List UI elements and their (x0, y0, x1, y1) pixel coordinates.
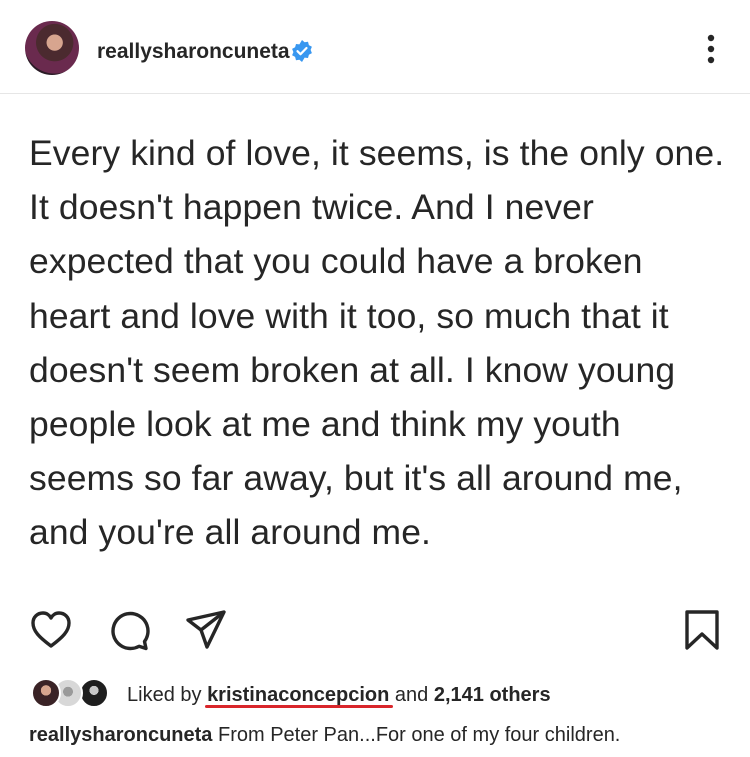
caption-row: reallysharoncuneta From Peter Pan...For … (29, 724, 620, 747)
comment-icon[interactable] (106, 608, 150, 652)
post-username[interactable]: reallysharoncuneta (97, 40, 290, 64)
caption-username[interactable]: reallysharoncuneta (29, 724, 212, 746)
send-icon[interactable] (184, 608, 228, 652)
likes-row: Liked by kristinaconcepcion and 2,141 ot… (0, 672, 750, 716)
likes-count-link[interactable]: 2,141 others (434, 684, 551, 706)
likes-text: Liked by kristinaconcepcion and 2,141 ot… (127, 684, 551, 707)
liked-by-label: Liked by (127, 684, 202, 706)
avatar[interactable] (25, 21, 79, 75)
likes-and-label: and (394, 684, 429, 706)
more-options-icon[interactable] (698, 32, 724, 66)
annotation-underline (205, 705, 393, 708)
action-bar (0, 608, 750, 656)
post-body-text: Every kind of love, it seems, is the onl… (29, 133, 725, 553)
caption-text: From Peter Pan...For one of my four chil… (217, 724, 621, 746)
verified-badge-icon (292, 40, 312, 62)
bookmark-icon[interactable] (682, 608, 722, 652)
liker-username[interactable]: kristinaconcepcion (207, 684, 389, 706)
heart-icon[interactable] (29, 608, 73, 652)
liker-avatar[interactable] (79, 678, 109, 708)
post-header: reallysharoncuneta (0, 0, 750, 94)
liker-avatar[interactable] (31, 678, 61, 708)
